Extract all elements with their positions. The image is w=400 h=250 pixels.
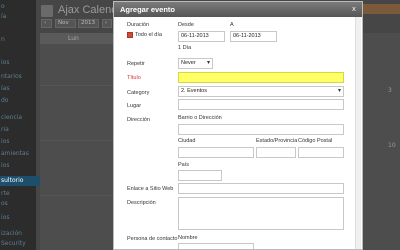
to-date-input[interactable]: 06-11-2013 bbox=[230, 31, 277, 42]
sidebar-item[interactable]: ria bbox=[0, 125, 36, 135]
sidebar-item[interactable]: o bbox=[0, 2, 36, 12]
category-select[interactable]: 2. Eventos bbox=[178, 86, 344, 97]
title-input[interactable] bbox=[178, 72, 344, 83]
ciudad-input[interactable] bbox=[178, 147, 254, 158]
estado-input[interactable] bbox=[256, 147, 296, 158]
sidebar-item[interactable]: n bbox=[0, 35, 36, 45]
view-buttons[interactable] bbox=[359, 4, 400, 14]
from-date-input[interactable]: 06-11-2013 bbox=[178, 31, 225, 42]
prev-button[interactable]: ‹ bbox=[41, 19, 52, 28]
calendar-grid bbox=[40, 33, 124, 250]
dialog-title: Agregar evento bbox=[120, 5, 176, 14]
titulo-label: Título bbox=[127, 75, 141, 81]
desde-label: Desde bbox=[178, 22, 194, 28]
sidebar-item[interactable]: ios bbox=[0, 137, 36, 147]
week-divider bbox=[40, 85, 124, 86]
pais-label: País bbox=[178, 162, 190, 168]
sidebar: o ía n ios ntarios ías do ciencia ria io… bbox=[0, 0, 40, 250]
lugar-label: Lugar bbox=[127, 103, 142, 109]
ciudad-label: Ciudad bbox=[178, 138, 196, 144]
close-icon[interactable]: x bbox=[352, 5, 356, 13]
repetir-label: Repetir bbox=[127, 61, 145, 67]
day-number[interactable]: 3 bbox=[388, 87, 392, 94]
persona-label: Persona de contacto bbox=[127, 236, 178, 242]
days-count: 1 Día bbox=[178, 45, 192, 51]
week-divider bbox=[40, 195, 124, 196]
sidebar-item[interactable]: Security bbox=[0, 239, 36, 249]
sidebar-item[interactable]: ios bbox=[0, 161, 36, 171]
lugar-input[interactable] bbox=[178, 99, 344, 110]
duracion-label: Duración bbox=[127, 22, 150, 28]
sidebar-item[interactable]: ización bbox=[0, 229, 36, 239]
description-textarea[interactable] bbox=[178, 197, 344, 230]
barrio-input[interactable] bbox=[178, 124, 344, 135]
descripcion-label: Descripción bbox=[127, 200, 156, 206]
category-label: Category bbox=[127, 90, 150, 96]
sidebar-item[interactable]: ios bbox=[0, 58, 36, 68]
codigo-postal-input[interactable] bbox=[298, 147, 344, 158]
codigo-postal-label: Código Postal bbox=[298, 138, 333, 144]
sidebar-item[interactable]: do bbox=[0, 96, 36, 106]
next-button[interactable]: › bbox=[102, 19, 112, 28]
website-input[interactable] bbox=[178, 183, 344, 194]
direccion-label: Dirección bbox=[127, 117, 150, 123]
enlace-label: Enlace a Sitio Web bbox=[127, 186, 174, 192]
sidebar-item[interactable]: ciencia bbox=[0, 113, 36, 123]
dialog-scrollbar[interactable] bbox=[355, 17, 361, 249]
month-select[interactable]: Nov bbox=[55, 19, 76, 28]
dialog-body: Duración Desde A Todo el día 06-11-2013 … bbox=[114, 17, 362, 249]
day-number[interactable]: 10 bbox=[388, 142, 396, 149]
sidebar-item[interactable]: os bbox=[0, 199, 36, 209]
calendar-header-row bbox=[40, 33, 124, 44]
sidebar-item[interactable]: ía bbox=[0, 12, 36, 22]
repeat-select[interactable]: Never bbox=[178, 58, 213, 69]
sidebar-item[interactable]: ntarios bbox=[0, 72, 36, 82]
dialog-header: Agregar evento x bbox=[114, 2, 362, 17]
day-header: Lun bbox=[68, 35, 79, 42]
todo-el-dia-label: Todo el día bbox=[135, 32, 162, 38]
all-day-checkbox[interactable] bbox=[127, 32, 133, 38]
sidebar-item[interactable]: ios bbox=[0, 213, 36, 223]
sidebar-item[interactable]: ías bbox=[0, 84, 36, 94]
year-select[interactable]: 2013 bbox=[78, 19, 99, 28]
sidebar-item[interactable]: amientas bbox=[0, 149, 36, 159]
calendar-icon bbox=[41, 5, 53, 17]
a-label: A bbox=[230, 22, 234, 28]
sidebar-item-active[interactable]: sultorio bbox=[0, 176, 40, 186]
nombre-input[interactable] bbox=[178, 243, 254, 249]
estado-label: Estado/Provincia bbox=[256, 138, 298, 144]
nombre-label: Nombre bbox=[178, 235, 198, 241]
add-event-dialog: Agregar evento x Duración Desde A Todo e… bbox=[113, 1, 363, 250]
pais-input[interactable] bbox=[178, 170, 222, 181]
sidebar-item[interactable]: rte bbox=[0, 189, 36, 199]
barrio-label: Barrio o Dirección bbox=[178, 115, 222, 121]
week-divider bbox=[40, 140, 124, 141]
